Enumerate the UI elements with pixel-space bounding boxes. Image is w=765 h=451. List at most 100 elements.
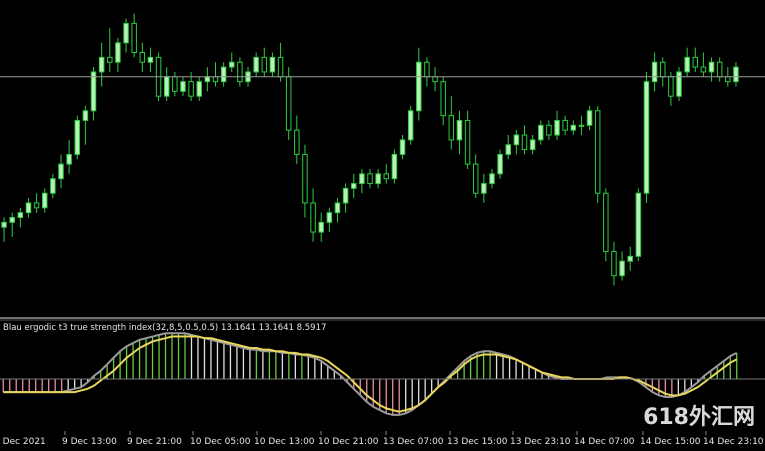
candle-body bbox=[643, 81, 650, 194]
candle-body bbox=[489, 173, 495, 185]
x-axis-label: 13 Dec 15:00 bbox=[447, 437, 508, 447]
candle-body bbox=[456, 119, 463, 141]
x-axis-label: 14 Dec 23:10 bbox=[703, 437, 764, 447]
candle-body bbox=[237, 61, 243, 83]
candle-body bbox=[131, 22, 137, 54]
candle-body bbox=[407, 110, 414, 141]
candle-body bbox=[33, 202, 40, 209]
candle-body bbox=[700, 66, 707, 73]
candle-body bbox=[692, 56, 699, 68]
candle-body bbox=[383, 173, 389, 180]
candle-body bbox=[326, 212, 333, 223]
candle-body bbox=[619, 260, 625, 277]
candle-body bbox=[74, 119, 80, 155]
candle-body bbox=[603, 192, 609, 252]
candle-body bbox=[172, 76, 178, 92]
candle-body bbox=[294, 129, 300, 155]
candle-body bbox=[448, 115, 455, 141]
candle-body bbox=[342, 187, 349, 204]
candle-body bbox=[367, 173, 373, 185]
x-axis-label: 10 Dec 21:00 bbox=[318, 437, 379, 447]
x-axis-label: 9 Dec 21:00 bbox=[127, 437, 182, 447]
candle-body bbox=[375, 173, 381, 185]
candle-body bbox=[505, 144, 511, 155]
candle-body bbox=[546, 124, 552, 136]
candle-body bbox=[196, 81, 202, 97]
candle-body bbox=[391, 153, 398, 180]
candle-body bbox=[1, 221, 7, 228]
price-chart-canvas[interactable]: 9 Dec 2021 9 Dec 13:00 9 Dec 21:00 10 Dec 0… bbox=[0, 0, 765, 451]
x-axis-label: 9 Dec 13:00 bbox=[62, 437, 117, 447]
candle-body bbox=[41, 192, 48, 209]
candle-body bbox=[310, 202, 316, 233]
candle-body bbox=[676, 71, 682, 97]
candle-body bbox=[50, 178, 56, 194]
candle-body bbox=[716, 61, 723, 78]
indicator-label: Blau ergodic t3 true strength index(32,8… bbox=[3, 323, 327, 333]
candle-body bbox=[318, 221, 324, 233]
x-axis-label: 13 Dec 23:10 bbox=[510, 437, 571, 447]
candle-body bbox=[90, 71, 97, 112]
candle-body bbox=[269, 56, 276, 73]
watermark: 618外汇网 bbox=[643, 405, 755, 430]
candle-body bbox=[521, 134, 528, 151]
candle-body bbox=[554, 119, 560, 136]
candle-body bbox=[627, 255, 633, 262]
candle-body bbox=[285, 76, 292, 131]
candle-body bbox=[9, 217, 15, 223]
candle-body bbox=[481, 183, 487, 194]
x-axis-label: 14 Dec 07:00 bbox=[574, 437, 635, 447]
candle-body bbox=[497, 153, 503, 175]
candle-body bbox=[58, 163, 64, 180]
candle-body bbox=[359, 173, 365, 185]
candle-body bbox=[513, 134, 520, 146]
candle-body bbox=[334, 202, 341, 214]
candle-body bbox=[570, 124, 577, 131]
candle-body bbox=[725, 76, 731, 83]
candle-body bbox=[261, 56, 268, 73]
candle-body bbox=[115, 42, 121, 63]
candle-body bbox=[277, 56, 284, 78]
candle-body bbox=[180, 81, 186, 92]
candle-body bbox=[107, 56, 113, 63]
candle-body bbox=[440, 81, 446, 117]
candle-body bbox=[472, 163, 479, 194]
candle-body bbox=[733, 66, 739, 83]
chart-window[interactable]: 9 Dec 2021 9 Dec 13:00 9 Dec 21:00 10 Dec 0… bbox=[0, 0, 765, 451]
candle-body bbox=[594, 110, 601, 194]
candle-body bbox=[660, 61, 666, 78]
candle-body bbox=[163, 76, 170, 97]
candle-body bbox=[66, 153, 72, 165]
candle-body bbox=[17, 212, 24, 219]
candle-body bbox=[147, 56, 154, 63]
candle-body bbox=[578, 124, 585, 127]
candle-body bbox=[212, 76, 219, 83]
x-axis-label: 10 Dec 13:00 bbox=[254, 437, 315, 447]
candles-group bbox=[1, 13, 739, 286]
x-axis-label: 13 Dec 07:00 bbox=[383, 437, 444, 447]
candle-body bbox=[684, 56, 690, 73]
x-axis-label: 10 Dec 05:00 bbox=[190, 437, 251, 447]
candle-body bbox=[220, 66, 227, 83]
candle-body bbox=[708, 61, 715, 73]
candle-body bbox=[302, 153, 308, 204]
x-axis-label: 9 Dec 2021 bbox=[0, 437, 46, 447]
x-axis-label: 14 Dec 15:00 bbox=[640, 437, 701, 447]
candle-body bbox=[98, 56, 105, 73]
candle-body bbox=[586, 110, 593, 126]
candle-body bbox=[204, 76, 211, 83]
candle-body bbox=[25, 202, 32, 214]
candle-body bbox=[562, 119, 568, 131]
candle-body bbox=[635, 192, 642, 257]
candle-body bbox=[229, 61, 235, 68]
candle-body bbox=[139, 52, 146, 63]
candle-body bbox=[611, 250, 617, 277]
candle-body bbox=[253, 56, 259, 73]
candle-body bbox=[351, 183, 357, 189]
candle-body bbox=[416, 61, 422, 112]
candle-body bbox=[82, 110, 89, 121]
candle-body bbox=[538, 124, 544, 141]
candle-body bbox=[424, 61, 430, 78]
histogram-group bbox=[2, 333, 738, 415]
x-axis-labels: 9 Dec 2021 9 Dec 13:00 9 Dec 21:00 10 Dec 0… bbox=[0, 431, 764, 447]
